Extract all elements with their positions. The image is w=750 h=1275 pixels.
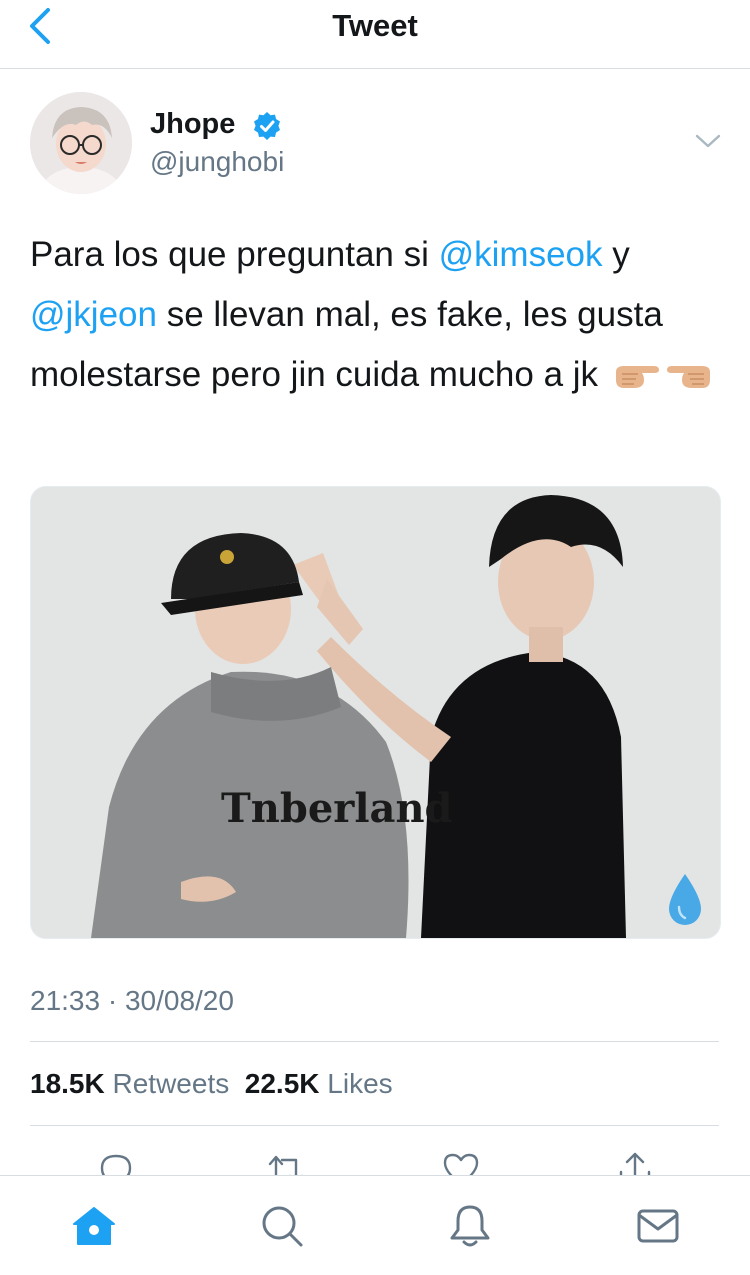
home-icon[interactable] <box>70 1202 118 1250</box>
likes-stat[interactable]: 22.5K Likes <box>245 1068 393 1099</box>
pointing-hands-emoji-icon <box>615 365 710 388</box>
tweet-stats: 18.5K Retweets 22.5K Likes <box>30 1068 393 1100</box>
retweet-icon[interactable] <box>266 1150 306 1176</box>
author-handle[interactable]: @junghobi <box>150 146 284 178</box>
photo-illustration: Tnberland <box>31 487 720 938</box>
tweet-media-photo[interactable]: Tnberland <box>30 486 721 939</box>
like-icon[interactable] <box>441 1150 481 1176</box>
divider <box>30 1041 719 1042</box>
reply-icon[interactable] <box>96 1150 136 1176</box>
tweet-text-segment: y <box>602 235 630 274</box>
avatar[interactable] <box>30 92 132 194</box>
bottom-tab-bar <box>0 1175 750 1275</box>
notifications-icon[interactable] <box>446 1202 494 1250</box>
top-nav-bar: Tweet <box>0 0 750 69</box>
likes-label: Likes <box>327 1068 393 1099</box>
share-icon[interactable] <box>615 1150 655 1176</box>
tweet-text-segment: Para los que preguntan si <box>30 235 439 274</box>
retweets-stat[interactable]: 18.5K Retweets <box>30 1068 229 1099</box>
mention-link[interactable]: @jkjeon <box>30 295 157 334</box>
mention-link[interactable]: @kimseok <box>439 235 603 274</box>
messages-icon[interactable] <box>634 1202 682 1250</box>
tweet-timestamp[interactable]: 21:33 · 30/08/20 <box>30 985 234 1017</box>
avatar-image <box>30 92 132 194</box>
retweets-label: Retweets <box>112 1068 230 1099</box>
author-name[interactable]: Jhope <box>150 108 235 141</box>
divider <box>30 1125 719 1126</box>
hoodie-print-text: Tnberland <box>221 785 453 832</box>
search-icon[interactable] <box>258 1202 306 1250</box>
tweet-action-bar <box>0 1150 750 1176</box>
verified-badge-icon <box>254 112 280 140</box>
tweet-text: Para los que preguntan si @kimseok y @jkj… <box>30 225 730 405</box>
likes-count: 22.5K <box>244 1068 320 1099</box>
page-title: Tweet <box>332 8 418 43</box>
retweets-count: 18.5K <box>30 1068 105 1099</box>
chevron-down-icon[interactable] <box>694 130 722 152</box>
